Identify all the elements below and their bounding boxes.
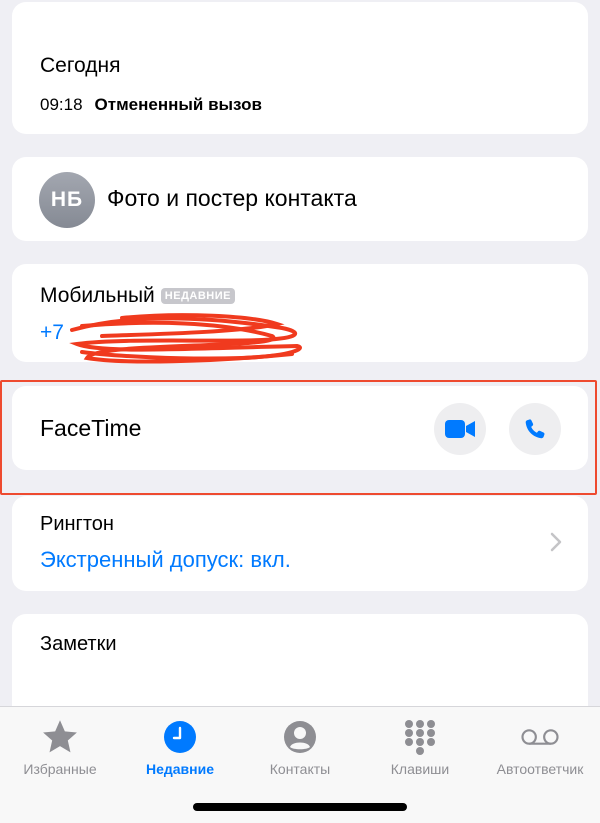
recent-date: Сегодня bbox=[40, 54, 121, 77]
redaction-scribble bbox=[69, 313, 302, 364]
home-indicator[interactable] bbox=[193, 803, 407, 811]
tab-voicemail-label: Автоответчик bbox=[496, 761, 584, 777]
tab-keypad-label: Клавиши bbox=[390, 761, 450, 777]
recent-badge: НЕДАВНИЕ bbox=[160, 288, 235, 304]
call-time: 09:18 bbox=[40, 95, 83, 114]
recent-calls-card: Сегодня 09:18 Отмененный вызов bbox=[12, 2, 588, 134]
contact-photo-row[interactable]: НБ Фото и постер контакта bbox=[12, 157, 588, 241]
mobile-label-group: Мобильный НЕДАВНИЕ bbox=[40, 284, 235, 308]
chevron-right-icon bbox=[550, 532, 562, 552]
tab-contacts[interactable]: Контакты bbox=[240, 717, 360, 777]
tab-recents[interactable]: Недавние bbox=[120, 717, 240, 777]
keypad-icon bbox=[405, 720, 435, 755]
tab-keypad[interactable]: Клавиши bbox=[360, 717, 480, 777]
tab-voicemail[interactable]: Автоответчик bbox=[480, 717, 600, 777]
tab-favorites[interactable]: Избранные bbox=[0, 717, 120, 777]
ringtone-value: Экстренный допуск: вкл. bbox=[40, 547, 291, 572]
clock-icon bbox=[164, 721, 196, 753]
mobile-number-row[interactable]: Мобильный НЕДАВНИЕ +7 bbox=[12, 264, 588, 364]
mobile-label: Мобильный bbox=[40, 284, 155, 307]
person-icon bbox=[284, 721, 316, 753]
recent-call-row: 09:18 Отмененный вызов bbox=[40, 95, 262, 115]
tab-contacts-label: Контакты bbox=[269, 761, 331, 777]
voicemail-icon bbox=[521, 729, 559, 745]
contact-photo-label: Фото и постер контакта bbox=[107, 185, 357, 211]
highlight-frame bbox=[0, 380, 597, 495]
call-type: Отмененный вызов bbox=[94, 95, 262, 114]
tab-recents-label: Недавние bbox=[145, 761, 215, 777]
tab-favorites-label: Избранные bbox=[23, 761, 97, 777]
phone-number[interactable]: +7 bbox=[40, 321, 64, 345]
notes-label: Заметки bbox=[40, 633, 117, 655]
star-icon bbox=[43, 720, 77, 753]
ringtone-row[interactable]: Рингтон Экстренный допуск: вкл. bbox=[12, 496, 588, 591]
ringtone-label: Рингтон bbox=[40, 513, 114, 535]
avatar: НБ bbox=[39, 172, 95, 228]
